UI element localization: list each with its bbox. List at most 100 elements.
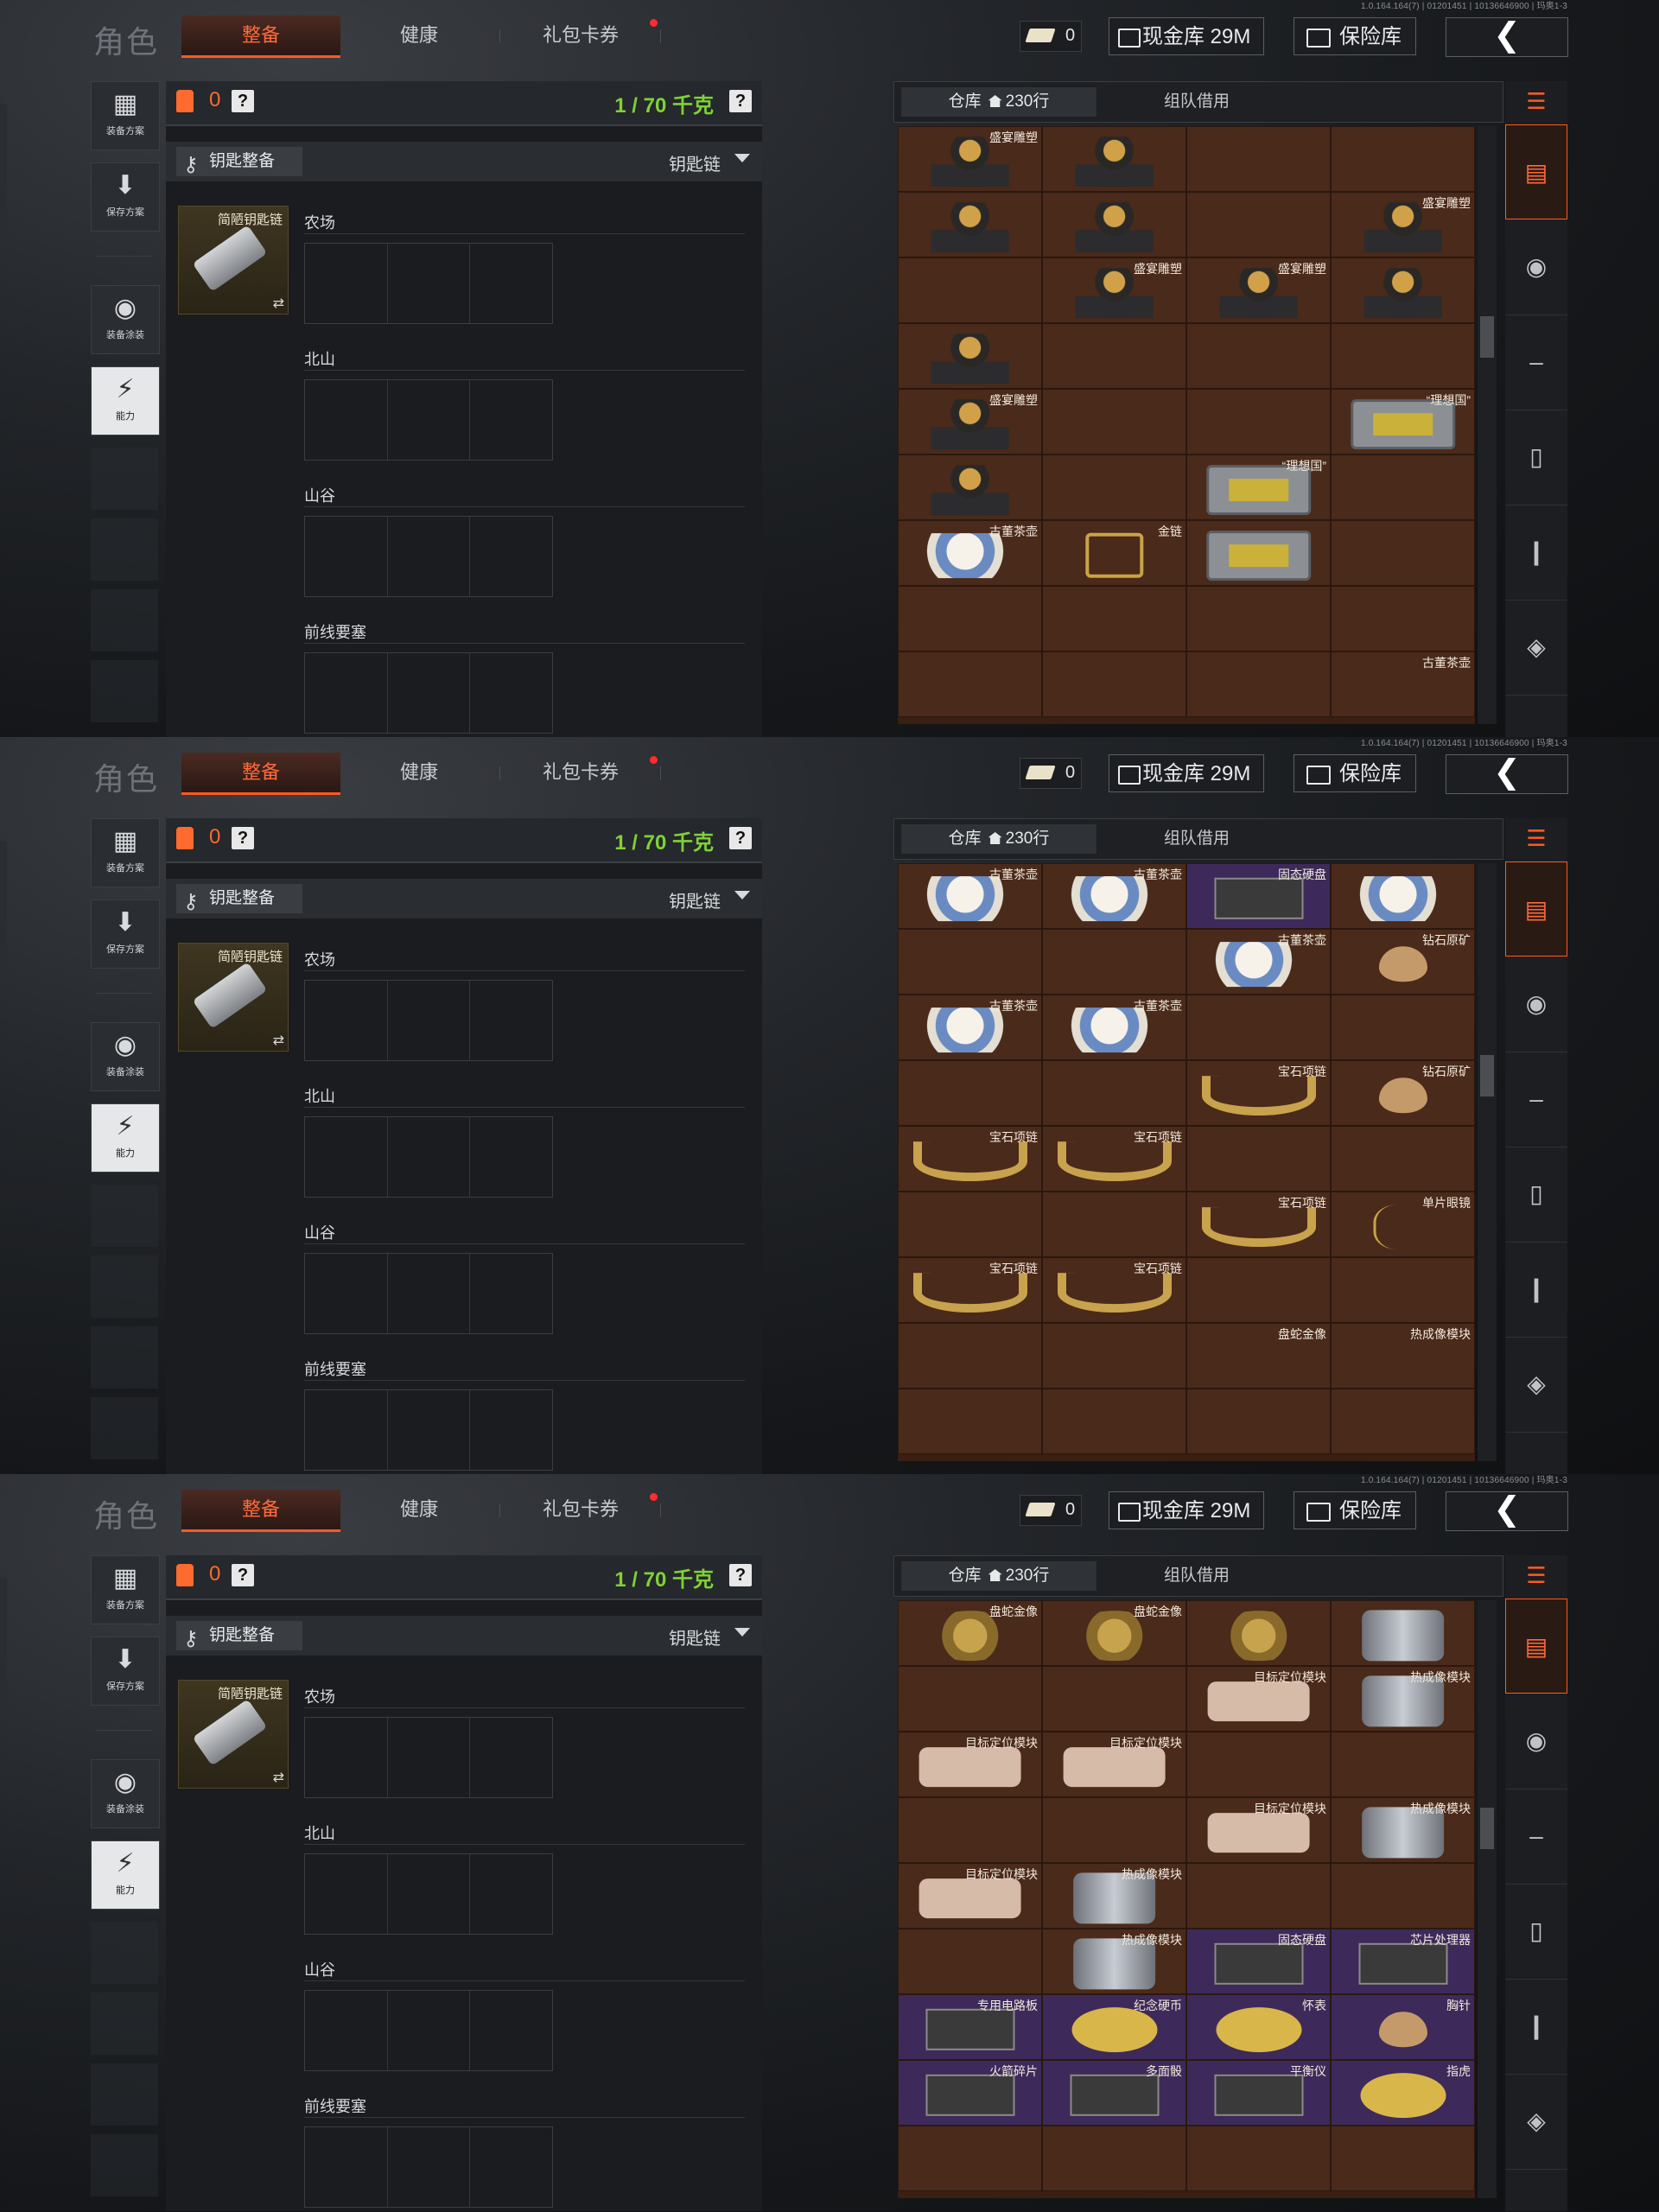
back-button[interactable]: ❮ [1446, 17, 1568, 57]
key-slot[interactable] [388, 1390, 471, 1470]
key-slots[interactable] [304, 980, 553, 1061]
inventory-cell[interactable]: 固态硬盘 [1186, 863, 1331, 929]
inventory-cell[interactable] [1331, 126, 1475, 192]
edge-handle[interactable] [0, 841, 7, 970]
category-gear-icon[interactable]: ◈ [1505, 1337, 1567, 1433]
key-slot[interactable] [470, 1254, 552, 1333]
inventory-cell[interactable] [1331, 257, 1475, 323]
safe-vault-button[interactable]: 保险库 [1294, 17, 1416, 55]
inventory-cell[interactable]: 盛宴雕塑 [1186, 257, 1331, 323]
weight-help-icon[interactable]: ? [729, 827, 752, 849]
inventory-cell[interactable] [1331, 454, 1475, 520]
inventory-cell[interactable] [1042, 1323, 1186, 1389]
inventory-cell[interactable]: 宝石项链 [1042, 1126, 1186, 1192]
inventory-cell[interactable] [1186, 1732, 1331, 1797]
category-all-icon[interactable]: ▤ [1505, 124, 1567, 219]
key-slots[interactable] [304, 243, 553, 324]
key-slot[interactable] [388, 1854, 471, 1934]
ability-button[interactable]: ⚡ 能力 [91, 1103, 160, 1173]
category-magazine-icon[interactable]: ▯ [1505, 1147, 1567, 1243]
inventory-cell[interactable] [1042, 1060, 1186, 1126]
inventory-cell[interactable]: 目标定位模块 [1042, 1732, 1186, 1797]
tab-warehouse[interactable]: 仓库 230行 [901, 824, 1096, 854]
key-slot[interactable] [388, 517, 471, 596]
key-slot[interactable] [470, 653, 552, 733]
key-slot[interactable] [305, 981, 388, 1060]
inventory-cell[interactable] [1042, 454, 1186, 520]
inventory-cell[interactable]: 指虎 [1331, 2060, 1475, 2126]
ticket-counter[interactable]: 0 [1020, 21, 1082, 52]
cash-vault-button[interactable]: 现金库 29M [1109, 17, 1264, 55]
scroll-thumb[interactable] [1480, 1055, 1494, 1096]
key-slot[interactable] [388, 653, 471, 733]
key-slots[interactable] [304, 652, 553, 734]
tab-gift[interactable]: 礼包卡券 [529, 753, 632, 792]
inventory-cell[interactable]: 金链 [1042, 520, 1186, 586]
swap-icon[interactable]: ⇄ [273, 1032, 284, 1049]
save-plan-button[interactable]: ⬇ 保存方案 [91, 899, 160, 969]
save-plan-button[interactable]: ⬇ 保存方案 [91, 162, 160, 232]
key-slot[interactable] [388, 1718, 471, 1797]
key-slot[interactable] [305, 1254, 388, 1333]
inventory-cell[interactable]: 古董茶壶 [898, 995, 1042, 1060]
inventory-cell[interactable] [1042, 929, 1186, 995]
inventory-cell[interactable] [1331, 323, 1475, 389]
category-gear-icon[interactable]: ◈ [1505, 600, 1567, 696]
key-slots[interactable] [304, 1389, 553, 1471]
inventory-cell[interactable] [898, 1797, 1042, 1863]
inventory-cell[interactable] [898, 454, 1042, 520]
key-slots[interactable] [304, 379, 553, 461]
save-plan-button[interactable]: ⬇ 保存方案 [91, 1637, 160, 1706]
inventory-cell[interactable]: 芯片处理器 [1331, 1929, 1475, 1994]
inventory-cell[interactable] [1186, 995, 1331, 1060]
category-magazine-icon[interactable]: ▯ [1505, 410, 1567, 505]
key-slots[interactable] [304, 1253, 553, 1334]
inventory-cell[interactable] [1042, 389, 1186, 454]
inventory-cell[interactable] [1186, 192, 1331, 257]
inventory-cell[interactable] [1186, 586, 1331, 652]
cash-vault-button[interactable]: 现金库 29M [1109, 1491, 1264, 1529]
inventory-cell[interactable] [1331, 1600, 1475, 1666]
inventory-cell[interactable] [1186, 2126, 1331, 2191]
category-rifle-icon[interactable]: ‒ [1505, 315, 1567, 410]
tab-warehouse[interactable]: 仓库 230行 [901, 1561, 1096, 1591]
key-slot[interactable] [305, 653, 388, 733]
inventory-cell[interactable] [1331, 520, 1475, 586]
inventory-cell[interactable]: 单片眼镜 [1331, 1192, 1475, 1257]
loadout-plan-button[interactable]: ▦ 装备方案 [91, 1555, 160, 1624]
tab-gift[interactable]: 礼包卡券 [529, 1490, 632, 1529]
inventory-cell[interactable] [1331, 1389, 1475, 1454]
inventory-cell[interactable]: 盛宴雕塑 [898, 389, 1042, 454]
sort-icon[interactable]: ☰ [1505, 818, 1567, 858]
inventory-cell[interactable]: 目标定位模块 [1186, 1666, 1331, 1732]
tab-equip[interactable]: 整备 [181, 16, 340, 58]
inventory-cell[interactable] [1042, 1797, 1186, 1863]
chevron-down-icon[interactable] [734, 154, 750, 162]
tab-team-borrow[interactable]: 组队借用 [1102, 1561, 1292, 1591]
inventory-cell[interactable]: 钻石原矿 [1331, 1060, 1475, 1126]
safe-vault-button[interactable]: 保险库 [1294, 754, 1416, 792]
inventory-cell[interactable]: 纪念硬币 [1042, 1994, 1186, 2060]
key-slot[interactable] [305, 1718, 388, 1797]
key-slot[interactable] [305, 244, 388, 323]
back-button[interactable]: ❮ [1446, 754, 1568, 794]
edge-handle[interactable] [0, 1578, 7, 1707]
inventory-cell[interactable] [1186, 520, 1331, 586]
chevron-down-icon[interactable] [734, 1628, 750, 1637]
help-icon[interactable]: ? [232, 1564, 254, 1586]
inventory-cell[interactable] [898, 652, 1042, 717]
swap-icon[interactable]: ⇄ [273, 295, 284, 312]
key-slot[interactable] [305, 1117, 388, 1197]
tab-equip[interactable]: 整备 [181, 1490, 340, 1532]
inventory-cell[interactable]: 盘蛇金像 [1186, 1323, 1331, 1389]
equip-skin-button[interactable]: ◉ 装备涂装 [91, 1759, 160, 1828]
sort-icon[interactable]: ☰ [1505, 81, 1567, 121]
inventory-cell[interactable] [898, 2126, 1042, 2191]
key-slot[interactable] [305, 1854, 388, 1934]
category-helmet-icon[interactable]: ◉ [1505, 957, 1567, 1052]
key-slot[interactable] [470, 1854, 552, 1934]
inventory-cell[interactable]: 古董茶壶 [1186, 929, 1331, 995]
tab-equip[interactable]: 整备 [181, 753, 340, 795]
inventory-cell[interactable]: 目标定位模块 [1186, 1797, 1331, 1863]
key-slots[interactable] [304, 1990, 553, 2071]
